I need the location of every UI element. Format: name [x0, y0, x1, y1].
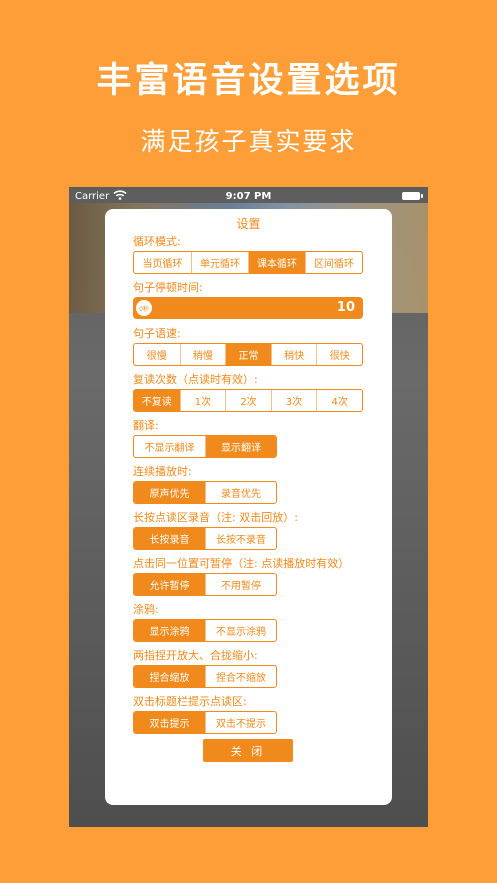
graffiti-option-hide[interactable]: 不显示涂鸦 — [205, 620, 276, 641]
tap-pause-label: 点击同一位置可暂停（注: 点读播放时有效） — [133, 557, 350, 570]
pause-time-label: 句子停顿时间: — [133, 281, 203, 294]
pinch-zoom-label: 两指捏开放大、合拢缩小: — [133, 649, 258, 662]
repeat-option-2[interactable]: 2次 — [225, 390, 271, 411]
continuous-play-label: 连续播放时: — [133, 465, 192, 478]
speed-option-slow[interactable]: 稍慢 — [179, 344, 226, 365]
speed-option-fast[interactable]: 稍快 — [270, 344, 317, 365]
translation-label: 翻译: — [133, 419, 159, 432]
translation-option-show[interactable]: 显示翻译 — [205, 436, 276, 457]
repeat-option-3[interactable]: 3次 — [270, 390, 317, 411]
loop-option-page[interactable]: 当页循环 — [134, 252, 191, 273]
translation-option-hide[interactable]: 不显示翻译 — [134, 436, 205, 457]
longpress-record-selector: 长按录音 长按不录音 — [133, 527, 277, 550]
slider-value: 10 — [336, 300, 355, 315]
continuous-play-selector: 原声优先 录音优先 — [133, 481, 277, 504]
status-time: 9:07 PM — [225, 191, 272, 202]
speed-label: 句子语速: — [133, 327, 181, 340]
promo-subline: 满足孩子真实要求 — [140, 127, 357, 156]
loop-mode-selector: 当页循环 单元循环 课本循环 区间循环 — [133, 251, 363, 274]
pinch-option-zoom[interactable]: 捏合缩放 — [134, 666, 205, 687]
longpress-option-no-record[interactable]: 长按不录音 — [205, 528, 276, 549]
close-button[interactable]: 关 闭 — [203, 739, 293, 762]
loop-option-book[interactable]: 课本循环 — [248, 252, 305, 273]
settings-dialog: 设置 循环模式: 当页循环 单元循环 课本循环 区间循环 句子停顿时间: 0秒 … — [105, 209, 392, 805]
pinch-option-no-zoom[interactable]: 捏合不缩放 — [205, 666, 276, 687]
doubletap-hint-label: 双击标题栏提示点读区: — [133, 695, 247, 708]
speed-option-very-slow[interactable]: 很慢 — [134, 344, 180, 365]
continuous-option-original[interactable]: 原声优先 — [134, 482, 205, 503]
speed-selector: 很慢 稍慢 正常 稍快 很快 — [133, 343, 363, 366]
tap-pause-selector: 允许暂停 不用暂停 — [133, 573, 277, 596]
doubletap-option-no-hint[interactable]: 双击不提示 — [205, 712, 276, 733]
translation-selector: 不显示翻译 显示翻译 — [133, 435, 277, 458]
repeat-count-selector: 不复读 1次 2次 3次 4次 — [133, 389, 363, 412]
continuous-option-recording[interactable]: 录音优先 — [205, 482, 276, 503]
loop-option-range[interactable]: 区间循环 — [305, 252, 362, 273]
graffiti-option-show[interactable]: 显示涂鸦 — [134, 620, 205, 641]
promo-headline: 丰富语音设置选项 — [96, 61, 401, 101]
speed-option-very-fast[interactable]: 很快 — [316, 344, 362, 365]
tap-pause-option-disallow[interactable]: 不用暂停 — [205, 574, 276, 595]
status-bar: Carrier 9:07 PM — [69, 187, 428, 205]
loop-mode-label: 循环模式: — [133, 235, 181, 248]
loop-option-unit[interactable]: 单元循环 — [191, 252, 248, 273]
doubletap-hint-selector: 双击提示 双击不提示 — [133, 711, 277, 734]
dialog-title: 设置 — [236, 217, 261, 231]
repeat-option-1[interactable]: 1次 — [179, 390, 226, 411]
tap-pause-option-allow[interactable]: 允许暂停 — [134, 574, 205, 595]
battery-icon — [402, 192, 423, 200]
repeat-count-label: 复读次数（点读时有效）: — [133, 373, 258, 386]
pinch-zoom-selector: 捏合缩放 捏合不缩放 — [133, 665, 277, 688]
speed-option-normal[interactable]: 正常 — [225, 344, 271, 365]
repeat-option-4[interactable]: 4次 — [316, 390, 362, 411]
phone-screenshot: Carrier 9:07 PM 设置 循环模式: 当页循环 单元循环 课本循环 … — [69, 187, 428, 827]
longpress-option-record[interactable]: 长按录音 — [134, 528, 205, 549]
doubletap-option-hint[interactable]: 双击提示 — [134, 712, 205, 733]
longpress-record-label: 长按点读区录音（注: 双击回放）: — [133, 511, 298, 524]
graffiti-label: 涂鸦: — [133, 603, 159, 616]
repeat-option-none[interactable]: 不复读 — [134, 390, 180, 411]
graffiti-selector: 显示涂鸦 不显示涂鸦 — [133, 619, 277, 642]
pause-time-slider[interactable]: 0秒 10 — [133, 297, 363, 319]
slider-knob[interactable]: 0秒 — [136, 300, 152, 316]
